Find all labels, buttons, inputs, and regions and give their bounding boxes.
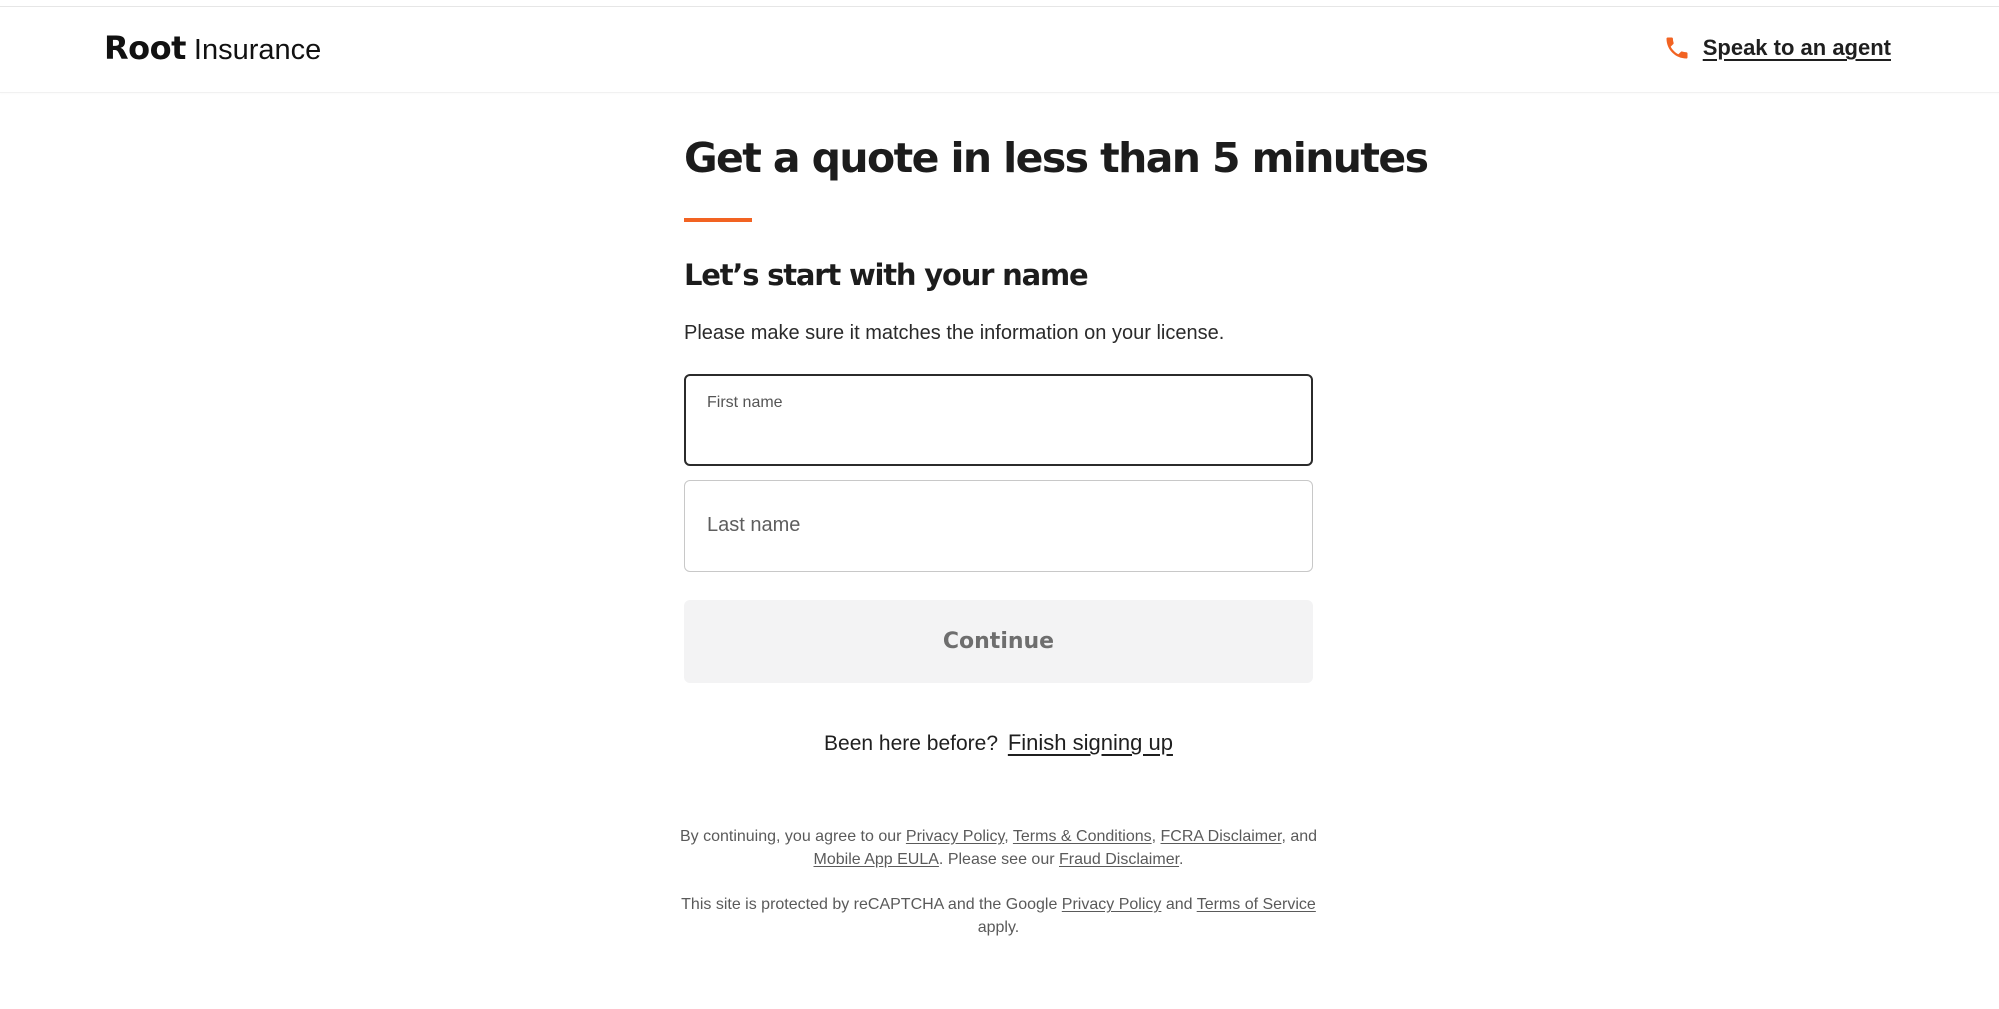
helper-text: Please make sure it matches the informat… [684,322,1225,344]
accent-divider [684,218,752,222]
been-here-text: Been here before? [824,732,998,755]
legal-mid: . Please see our [938,851,1055,868]
mobile-app-eula-link[interactable]: Mobile App EULA [814,851,939,868]
fraud-disclaimer-link[interactable]: Fraud Disclaimer [1059,851,1179,868]
fcra-disclaimer-link[interactable]: FCRA Disclaimer [1161,828,1282,845]
legal-prefix: By continuing, you agree to our [679,828,902,845]
recaptcha-apply: apply. [977,919,1020,936]
section-title: Let’s start with your name [684,258,1089,292]
been-here-before: Been here before? Finish signing up [684,730,1313,756]
first-name-label: First name [707,394,783,411]
legal-sep: , and [1281,828,1318,845]
site-header: Root Insurance Speak to an agent [0,7,1999,93]
privacy-policy-link[interactable]: Privacy Policy [906,828,1004,845]
first-name-field[interactable]: First name [684,374,1313,466]
google-terms-of-service-link[interactable]: Terms of Service [1197,896,1316,913]
legal-end: . [1179,851,1184,868]
top-strip [0,0,1999,7]
legal-sep: , [1004,828,1009,845]
logo-product: Insurance [193,34,322,66]
recaptcha-notice: This site is protected by reCAPTCHA and … [668,893,1329,939]
speak-to-agent-label: Speak to an agent [1702,35,1891,60]
first-name-input[interactable] [706,424,1291,452]
speak-to-agent-link[interactable]: Speak to an agent [1663,34,1891,62]
google-privacy-policy-link[interactable]: Privacy Policy [1062,896,1162,913]
legal-sep: , [1151,828,1157,845]
page-title: Get a quote in less than 5 minutes [684,134,1429,182]
recaptcha-and: and [1165,896,1193,913]
legal-agreement-text: By continuing, you agree to our Privacy … [668,825,1329,871]
last-name-label: Last name [707,514,801,536]
logo-brand: Root [104,29,186,67]
phone-icon [1663,34,1691,62]
last-name-field[interactable]: Last name [684,480,1313,572]
continue-button[interactable]: Continue [684,600,1313,683]
page: Root Insurance Speak to an agent Get a q… [0,0,1999,1009]
root-insurance-logo[interactable]: Root Insurance [104,29,321,67]
finish-signing-up-link[interactable]: Finish signing up [1008,730,1173,755]
terms-conditions-link[interactable]: Terms & Conditions [1013,828,1152,845]
recaptcha-prefix: This site is protected by reCAPTCHA and … [681,896,1058,913]
